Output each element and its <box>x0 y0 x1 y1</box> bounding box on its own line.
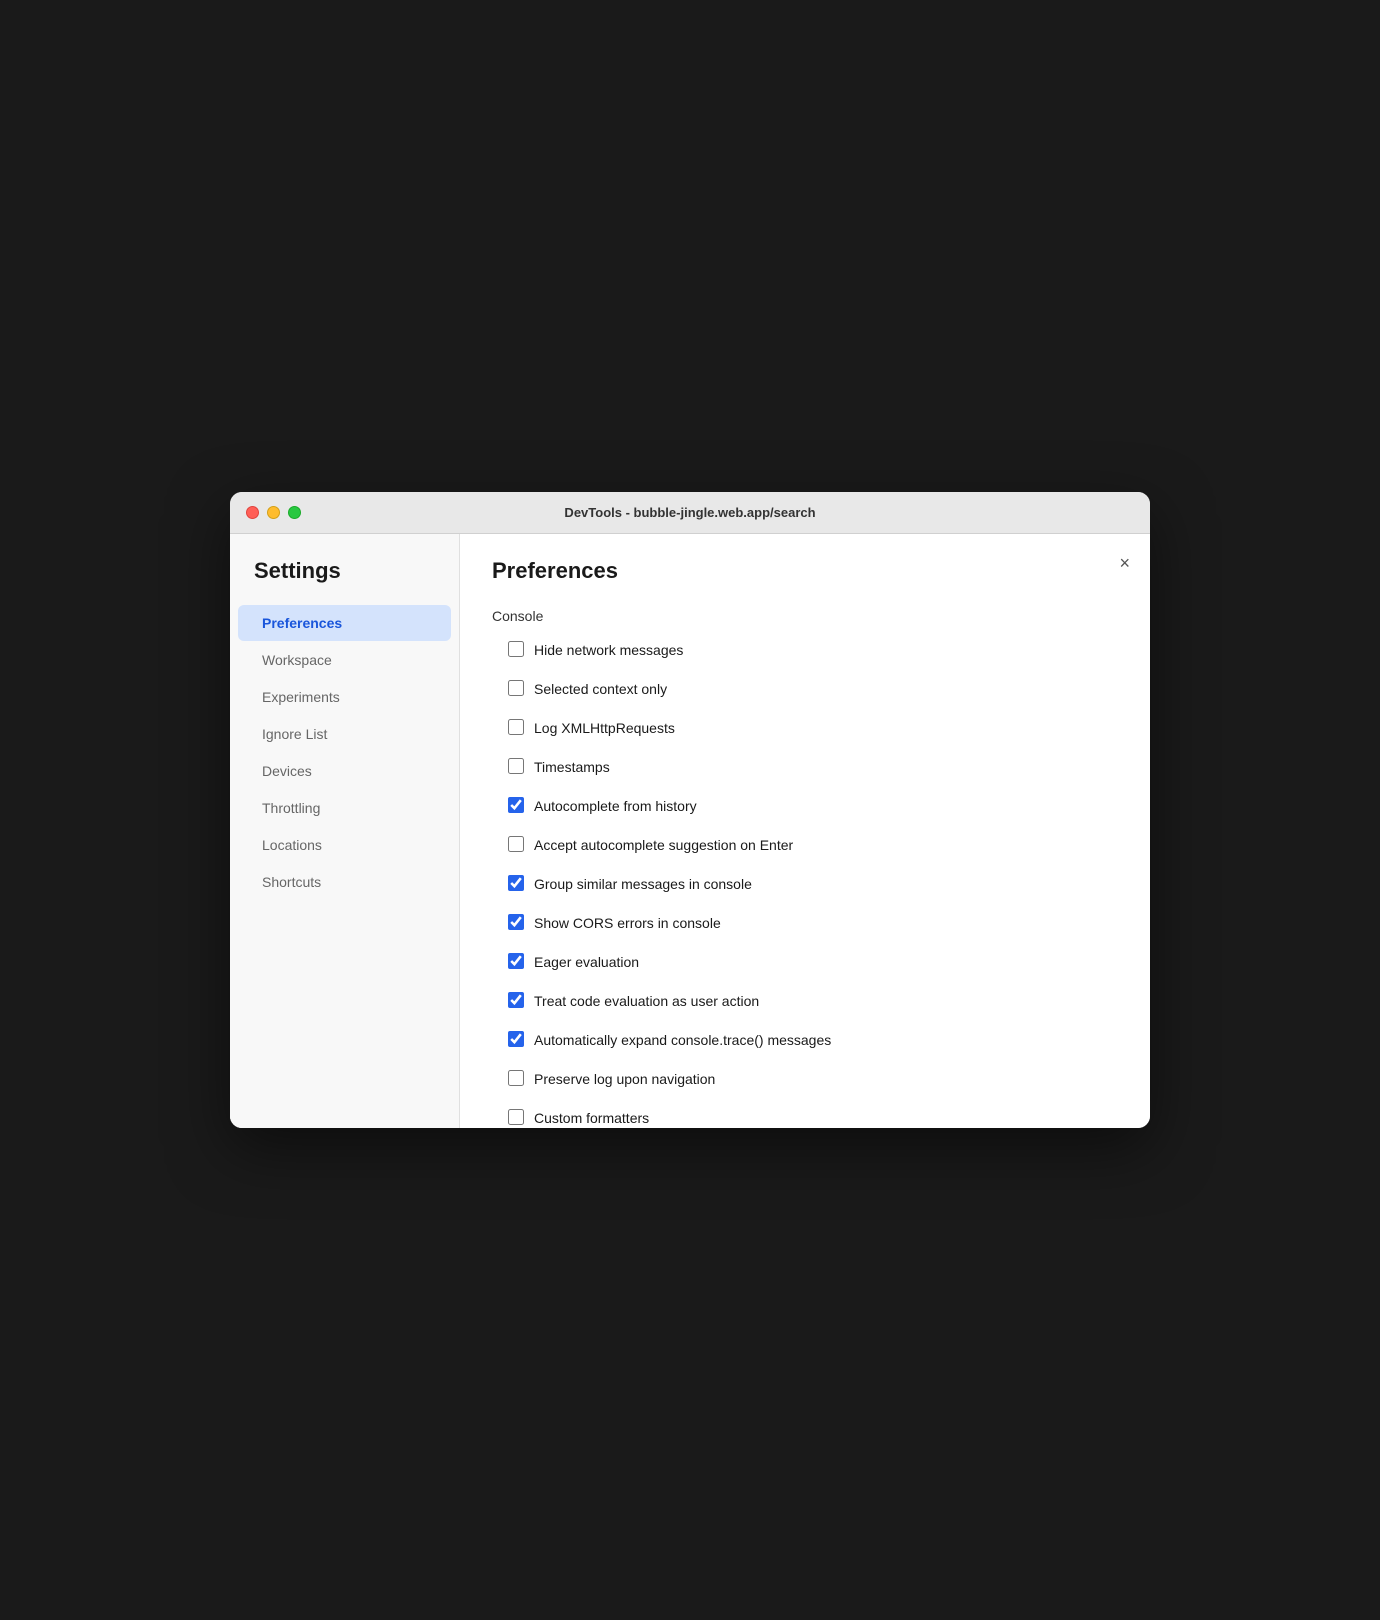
checkbox-label-group-similar: Group similar messages in console <box>534 874 752 895</box>
sidebar-item-preferences[interactable]: Preferences <box>238 605 451 641</box>
checkbox-treat-code[interactable] <box>508 992 524 1008</box>
checkbox-label-accept-autocomplete: Accept autocomplete suggestion on Enter <box>534 835 793 856</box>
settings-heading: Settings <box>230 558 459 604</box>
sidebar-item-workspace[interactable]: Workspace <box>238 642 451 678</box>
checkbox-item-accept-autocomplete: Accept autocomplete suggestion on Enter <box>492 835 1134 856</box>
close-traffic-light[interactable] <box>246 506 259 519</box>
sidebar: Settings Preferences Workspace Experimen… <box>230 534 460 1128</box>
checkbox-label-custom-formatters: Custom formatters <box>534 1108 649 1128</box>
checkbox-custom-formatters[interactable] <box>508 1109 524 1125</box>
checkbox-label-timestamps: Timestamps <box>534 757 610 778</box>
checkbox-item-group-similar: Group similar messages in console <box>492 874 1134 895</box>
maximize-traffic-light[interactable] <box>288 506 301 519</box>
checkbox-label-hide-network: Hide network messages <box>534 640 683 661</box>
sidebar-item-throttling[interactable]: Throttling <box>238 790 451 826</box>
main-panel: × Preferences Console Hide network messa… <box>460 534 1150 1128</box>
sidebar-item-ignore-list[interactable]: Ignore List <box>238 716 451 752</box>
settings-content: Settings Preferences Workspace Experimen… <box>230 534 1150 1128</box>
checkbox-list: Hide network messages Selected context on… <box>492 640 1134 1128</box>
checkbox-item-preserve-log: Preserve log upon navigation <box>492 1069 1134 1090</box>
checkbox-item-eager-eval: Eager evaluation <box>492 952 1134 973</box>
window-title: DevTools - bubble-jingle.web.app/search <box>564 505 815 520</box>
devtools-window: DevTools - bubble-jingle.web.app/search … <box>230 492 1150 1128</box>
checkbox-expand-trace[interactable] <box>508 1031 524 1047</box>
checkbox-item-log-xhr: Log XMLHttpRequests <box>492 718 1134 739</box>
checkbox-accept-autocomplete[interactable] <box>508 836 524 852</box>
checkbox-label-log-xhr: Log XMLHttpRequests <box>534 718 675 739</box>
checkbox-item-selected-context: Selected context only <box>492 679 1134 700</box>
checkbox-label-expand-trace: Automatically expand console.trace() mes… <box>534 1030 831 1051</box>
checkbox-item-custom-formatters: Custom formatters <box>492 1108 1134 1128</box>
checkbox-preserve-log[interactable] <box>508 1070 524 1086</box>
minimize-traffic-light[interactable] <box>267 506 280 519</box>
checkbox-log-xhr[interactable] <box>508 719 524 735</box>
checkbox-item-treat-code: Treat code evaluation as user action <box>492 991 1134 1012</box>
checkbox-item-hide-network: Hide network messages <box>492 640 1134 661</box>
checkbox-selected-context[interactable] <box>508 680 524 696</box>
checkbox-group-similar[interactable] <box>508 875 524 891</box>
checkbox-label-treat-code: Treat code evaluation as user action <box>534 991 759 1012</box>
sidebar-item-experiments[interactable]: Experiments <box>238 679 451 715</box>
checkbox-timestamps[interactable] <box>508 758 524 774</box>
checkbox-item-timestamps: Timestamps <box>492 757 1134 778</box>
scroll-area[interactable]: Console Hide network messages Selected co… <box>492 608 1150 1128</box>
checkbox-autocomplete-history[interactable] <box>508 797 524 813</box>
console-section-title: Console <box>492 608 1134 624</box>
checkbox-label-preserve-log: Preserve log upon navigation <box>534 1069 715 1090</box>
page-title: Preferences <box>492 558 1150 584</box>
checkbox-label-autocomplete-history: Autocomplete from history <box>534 796 697 817</box>
checkbox-eager-eval[interactable] <box>508 953 524 969</box>
checkbox-item-autocomplete-history: Autocomplete from history <box>492 796 1134 817</box>
checkbox-item-show-cors: Show CORS errors in console <box>492 913 1134 934</box>
checkbox-item-expand-trace: Automatically expand console.trace() mes… <box>492 1030 1134 1051</box>
sidebar-item-devices[interactable]: Devices <box>238 753 451 789</box>
checkbox-label-selected-context: Selected context only <box>534 679 667 700</box>
close-button[interactable]: × <box>1115 550 1134 576</box>
titlebar: DevTools - bubble-jingle.web.app/search <box>230 492 1150 534</box>
checkbox-hide-network[interactable] <box>508 641 524 657</box>
checkbox-label-show-cors: Show CORS errors in console <box>534 913 721 934</box>
sidebar-item-shortcuts[interactable]: Shortcuts <box>238 864 451 900</box>
sidebar-item-locations[interactable]: Locations <box>238 827 451 863</box>
checkbox-show-cors[interactable] <box>508 914 524 930</box>
checkbox-label-eager-eval: Eager evaluation <box>534 952 639 973</box>
